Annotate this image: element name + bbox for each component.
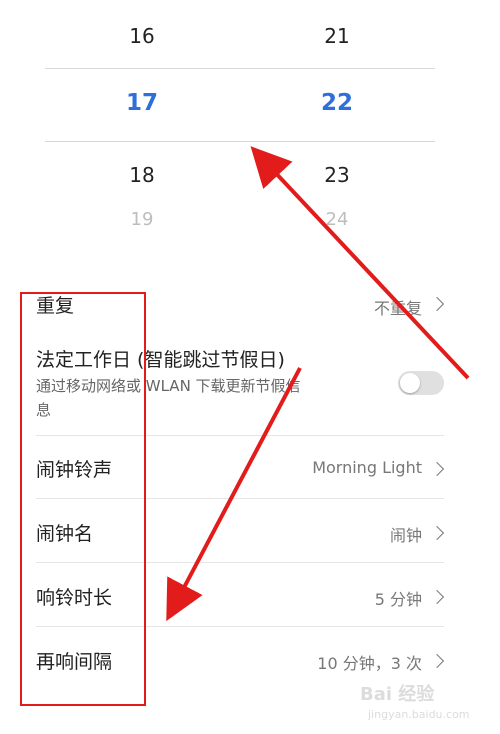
annotation-arrows	[166, 146, 470, 622]
arrow-up-icon	[250, 146, 470, 380]
watermark-logo: Bai 经验	[360, 684, 435, 705]
arrow-down-icon	[166, 367, 302, 622]
watermark-url: jingyan.baidu.com	[368, 708, 470, 721]
